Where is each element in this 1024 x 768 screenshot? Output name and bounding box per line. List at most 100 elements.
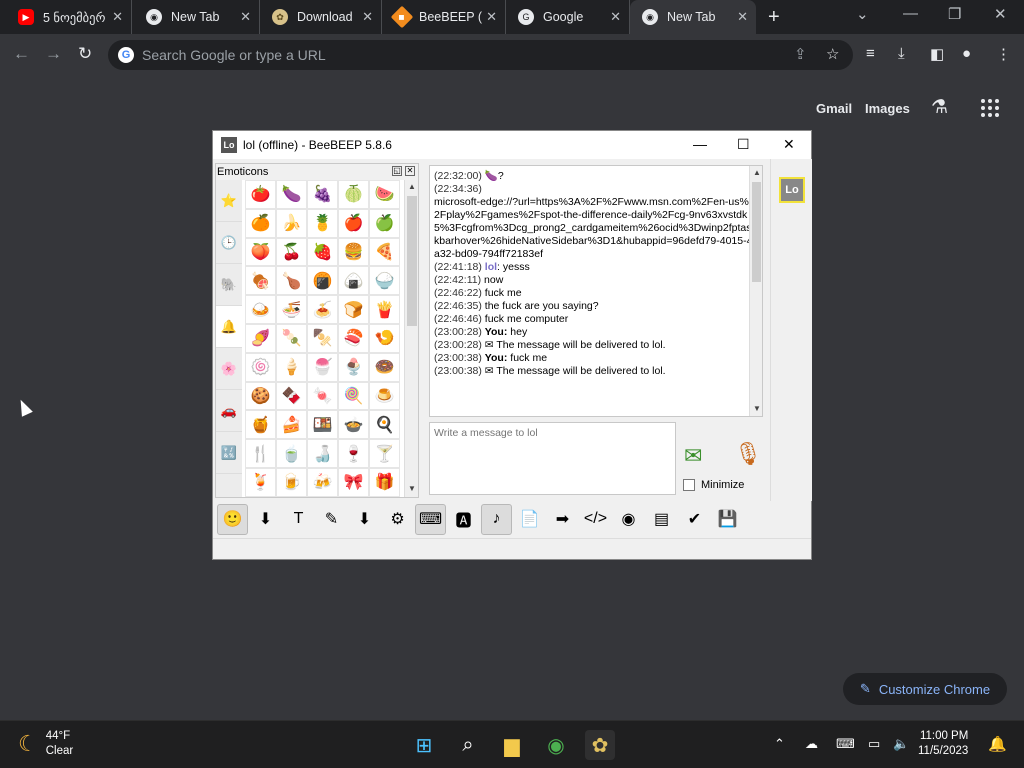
profile-icon[interactable]: ●	[962, 45, 971, 62]
text-button[interactable]: 🅰	[448, 504, 479, 535]
checklist-button[interactable]: ✔	[679, 504, 710, 535]
checkbox[interactable]	[683, 479, 695, 491]
emoji-item[interactable]: 🍛	[245, 295, 276, 324]
side-panel-icon[interactable]: ◧	[930, 45, 944, 63]
emoji-item[interactable]: 🍦	[276, 352, 307, 382]
emoji-item[interactable]: 🍊	[245, 208, 276, 238]
emoji-category-tab[interactable]: 🌸	[216, 348, 242, 390]
back-icon[interactable]: ←	[13, 44, 30, 64]
emoji-item[interactable]: 🍈	[338, 180, 369, 209]
close-icon[interactable]: ✕	[405, 166, 415, 176]
message-input[interactable]	[430, 423, 675, 494]
tab-google[interactable]: G Google ✕	[506, 0, 630, 34]
emoji-item[interactable]: 🍚	[369, 266, 400, 296]
forward-button[interactable]: ➡	[547, 504, 578, 535]
forward-icon[interactable]: →	[45, 44, 62, 64]
star-icon[interactable]: ☆	[826, 45, 839, 63]
emoji-item[interactable]: 🍆	[276, 180, 307, 209]
emoji-item[interactable]: 🍅	[245, 180, 276, 209]
share-icon[interactable]: ⇪	[794, 45, 807, 63]
volume-icon[interactable]: 🔈	[893, 736, 909, 752]
keyboard-icon[interactable]: ⌨	[836, 736, 855, 752]
emoji-item[interactable]: 🍰	[276, 410, 307, 440]
search-icon[interactable]: ⌕	[453, 730, 483, 760]
tab-download[interactable]: ✿ Download ✕	[260, 0, 382, 34]
float-icon[interactable]: ◱	[392, 166, 402, 176]
pen-button[interactable]: ✎	[316, 504, 347, 535]
spellcheck-button[interactable]: ⌨	[415, 503, 446, 535]
reading-list-icon[interactable]: ≡	[866, 45, 875, 62]
emoji-item[interactable]: 🍩	[369, 352, 400, 382]
gmail-link[interactable]: Gmail	[816, 101, 852, 116]
chrome-icon[interactable]: ◉	[541, 730, 571, 760]
emoji-item[interactable]: 🍇	[307, 180, 338, 209]
close-window-icon[interactable]: ✕	[994, 5, 1007, 23]
emoji-scrollbar[interactable]: ▲ ▼	[404, 180, 418, 497]
labs-icon[interactable]: ⚗	[931, 96, 948, 119]
new-tab-button[interactable]: +	[768, 6, 780, 29]
emoji-item[interactable]: 🍡	[276, 323, 307, 353]
emoji-item[interactable]: 🍪	[245, 381, 276, 411]
close-icon[interactable]: ✕	[737, 9, 748, 25]
search-input[interactable]	[142, 47, 782, 63]
emoticons-button[interactable]: 🙂	[217, 503, 248, 535]
emoji-category-tab[interactable]: 🚗	[216, 390, 242, 432]
emoji-item[interactable]: 🍧	[307, 352, 338, 382]
sound-button[interactable]: ♪	[481, 503, 512, 535]
emoji-item[interactable]: 🍝	[307, 295, 338, 324]
emoji-item[interactable]: 🍭	[338, 381, 369, 411]
screenshot-button[interactable]: ◉	[613, 504, 644, 535]
tab-new-tab-active[interactable]: ◉ New Tab ✕	[630, 0, 756, 34]
clock[interactable]: 11:00 PM 11/5/2023	[918, 729, 968, 759]
file-button[interactable]: 📄	[514, 504, 545, 535]
onedrive-icon[interactable]: ☁	[805, 736, 818, 752]
emoji-item[interactable]: 🍙	[338, 266, 369, 296]
emoji-item[interactable]: 🍨	[338, 352, 369, 382]
menu-icon[interactable]: ⋮	[996, 45, 1011, 63]
emoji-category-tab[interactable]: ⭐	[216, 180, 242, 222]
tab-beebeep[interactable]: ◆ BeeBEEP ( ✕	[382, 0, 506, 34]
history-button[interactable]: ▤	[646, 504, 677, 535]
emoji-item[interactable]: 🍑	[245, 237, 276, 267]
tab-search-icon[interactable]: ⌄	[856, 5, 869, 23]
emoji-category-tab[interactable]: 🔔	[216, 306, 242, 348]
emoji-item[interactable]: 🍌	[276, 208, 307, 238]
minimize-icon[interactable]: —	[903, 5, 918, 22]
emoji-item[interactable]: 🍏	[369, 208, 400, 238]
close-icon[interactable]: ✕	[610, 9, 621, 25]
emoji-item[interactable]: 🍍	[307, 208, 338, 238]
microphone-icon[interactable]: 🎙	[734, 441, 762, 467]
apps-icon[interactable]	[981, 99, 999, 117]
emoji-item[interactable]: 🍖	[245, 266, 276, 296]
close-icon[interactable]: ✕	[240, 9, 251, 25]
emoji-item[interactable]: 🍞	[338, 295, 369, 324]
scroll-thumb[interactable]	[407, 196, 417, 326]
emoji-item[interactable]: 🍔	[338, 237, 369, 267]
images-link[interactable]: Images	[865, 101, 910, 116]
scroll-up-icon[interactable]: ▲	[753, 168, 761, 177]
scroll-thumb[interactable]	[752, 182, 761, 282]
weather-widget[interactable]: ☾ 44°F Clear	[18, 729, 73, 759]
tab-youtube[interactable]: ▶ 5 ნოემბერ ✕	[6, 0, 132, 34]
scroll-down-icon[interactable]: ▼	[753, 404, 761, 413]
emoji-item[interactable]: 🍵	[276, 439, 307, 468]
tab-new-tab[interactable]: ◉ New Tab ✕	[134, 0, 260, 34]
notification-bell-icon[interactable]: 🔔	[988, 735, 1007, 753]
close-icon[interactable]: ✕	[112, 9, 123, 25]
close-icon[interactable]: ✕	[362, 9, 373, 25]
emoji-category-tab[interactable]: 🔣	[216, 432, 242, 474]
emoji-item[interactable]: 🍟	[369, 295, 400, 324]
maximize-icon[interactable]: ☐	[737, 136, 750, 153]
filter-button[interactable]: ⬇	[349, 504, 380, 535]
emoji-item[interactable]: 🍮	[369, 381, 400, 411]
html-button[interactable]: </>	[580, 504, 611, 535]
emoji-item[interactable]: 🍉	[369, 180, 400, 209]
chat-scrollbar[interactable]: ▲ ▼	[749, 166, 762, 416]
emoji-item[interactable]: 🍗	[276, 266, 307, 296]
emoji-item[interactable]: 🍥	[245, 352, 276, 382]
emoji-category-tab[interactable]: 🐘	[216, 264, 242, 306]
emoji-item[interactable]: 🍠	[245, 323, 276, 353]
windows-start-icon[interactable]: ⊞	[409, 730, 439, 760]
emoji-item[interactable]: 🍕	[369, 237, 400, 267]
omnibox[interactable]: G	[108, 40, 853, 70]
